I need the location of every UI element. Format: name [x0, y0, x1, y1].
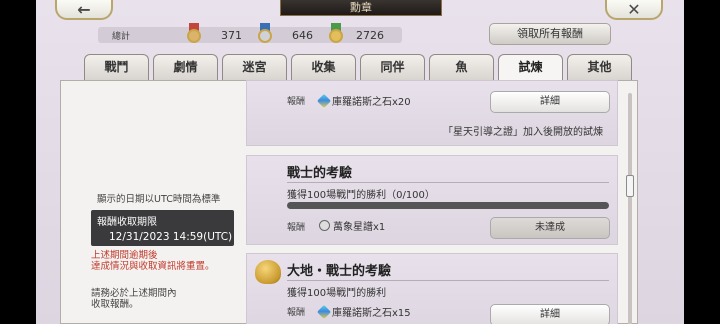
timezone-note: 顯示的日期以UTC時間為標準 [97, 194, 221, 205]
trial-card-3: 大地・戰士的考驗 獲得100場戰鬥的勝利 報酬 庫羅諾斯之石x15 詳細 [246, 253, 618, 324]
bronze-medal-count: 371 [221, 29, 242, 42]
chronos-stone-icon [316, 304, 332, 319]
reset-warning-line-2: 達成情況與收取資訊將重置。 [91, 261, 215, 272]
chronos-stone-icon [316, 93, 332, 108]
tab-companions[interactable]: 同伴 [360, 54, 425, 80]
trial-condition: 獲得100場戰鬥的勝利（0/100） [287, 190, 435, 201]
tab-trials[interactable]: 試煉 [498, 54, 563, 82]
reward-item-text: 萬象星譜x1 [333, 222, 386, 233]
silver-medal-count: 646 [292, 29, 313, 42]
trial-progress-bar [287, 202, 609, 209]
claim-note-line-1: 請務必於上述期間內 [91, 288, 177, 299]
trial-title: 大地・戰士的考驗 [287, 264, 392, 279]
reset-warning-line-1: 上述期間逾期後 [91, 250, 158, 261]
trials-panel: 顯示的日期以UTC時間為標準 報酬收取期限 12/31/2023 14:59(U… [60, 80, 638, 324]
not-achieved-button[interactable]: 未達成 [490, 217, 610, 239]
screen-title: 勳章 [280, 0, 442, 16]
bronze-medal-icon [184, 23, 204, 45]
claim-all-rewards-button[interactable]: 領取所有報酬 [489, 23, 611, 45]
medal-totals: 總計 371 646 2726 [98, 23, 402, 43]
close-button[interactable]: ✕ [605, 0, 663, 20]
gold-medal-count: 2726 [356, 29, 384, 42]
deadline-label: 報酬收取期限 [97, 217, 157, 228]
title-divider [287, 182, 609, 183]
silver-medal-icon [255, 23, 275, 45]
reward-deadline-box: 報酬收取期限 12/31/2023 14:59(UTC) [91, 210, 234, 246]
reward-label: 報酬 [287, 97, 306, 107]
unlock-note: 「星天引導之證」加入後開放的試煉 [443, 127, 603, 138]
reward-item-text: 庫羅諾斯之石x20 [332, 97, 411, 108]
close-icon: ✕ [627, 0, 641, 19]
reward-item: 庫羅諾斯之石x20 [316, 93, 411, 108]
tab-story[interactable]: 劇情 [153, 54, 218, 80]
reward-item-text: 庫羅諾斯之石x15 [332, 308, 411, 319]
star-score-icon [319, 220, 330, 231]
trophy-icon [255, 260, 281, 284]
trial-card-1: 報酬 庫羅諾斯之石x20 詳細 「星天引導之證」加入後開放的試煉 [246, 80, 618, 146]
tab-other[interactable]: 其他 [567, 54, 632, 80]
claim-note-line-2: 收取報酬。 [91, 299, 139, 310]
details-button[interactable]: 詳細 [490, 304, 610, 324]
achievement-screen: ← 勳章 ✕ 總計 371 646 2726 領取所有報酬 戰鬥 劇情 迷宮 收… [36, 0, 684, 324]
gold-medal-icon [326, 23, 346, 45]
reward-label: 報酬 [287, 308, 306, 318]
trial-title: 戰士的考驗 [287, 166, 353, 181]
tab-collection[interactable]: 收集 [291, 54, 356, 80]
tab-fish[interactable]: 魚 [429, 54, 494, 80]
back-arrow-icon: ← [77, 0, 91, 19]
deadline-value: 12/31/2023 14:59(UTC) [109, 231, 233, 243]
tab-battle[interactable]: 戰鬥 [84, 54, 149, 80]
totals-label: 總計 [112, 32, 131, 42]
reward-label: 報酬 [287, 223, 306, 233]
trial-card-2: 戰士的考驗 獲得100場戰鬥的勝利（0/100） 報酬 萬象星譜x1 未達成 [246, 155, 618, 245]
scrollbar-track[interactable] [628, 93, 632, 324]
reward-item: 萬象星譜x1 [319, 218, 385, 233]
trial-condition: 獲得100場戰鬥的勝利 [287, 288, 387, 299]
back-button[interactable]: ← [55, 0, 113, 20]
reward-item: 庫羅諾斯之石x15 [316, 304, 411, 319]
title-divider [287, 280, 609, 281]
scrollbar-thumb[interactable] [626, 175, 634, 197]
tab-maze[interactable]: 迷宮 [222, 54, 287, 80]
details-button[interactable]: 詳細 [490, 91, 610, 113]
